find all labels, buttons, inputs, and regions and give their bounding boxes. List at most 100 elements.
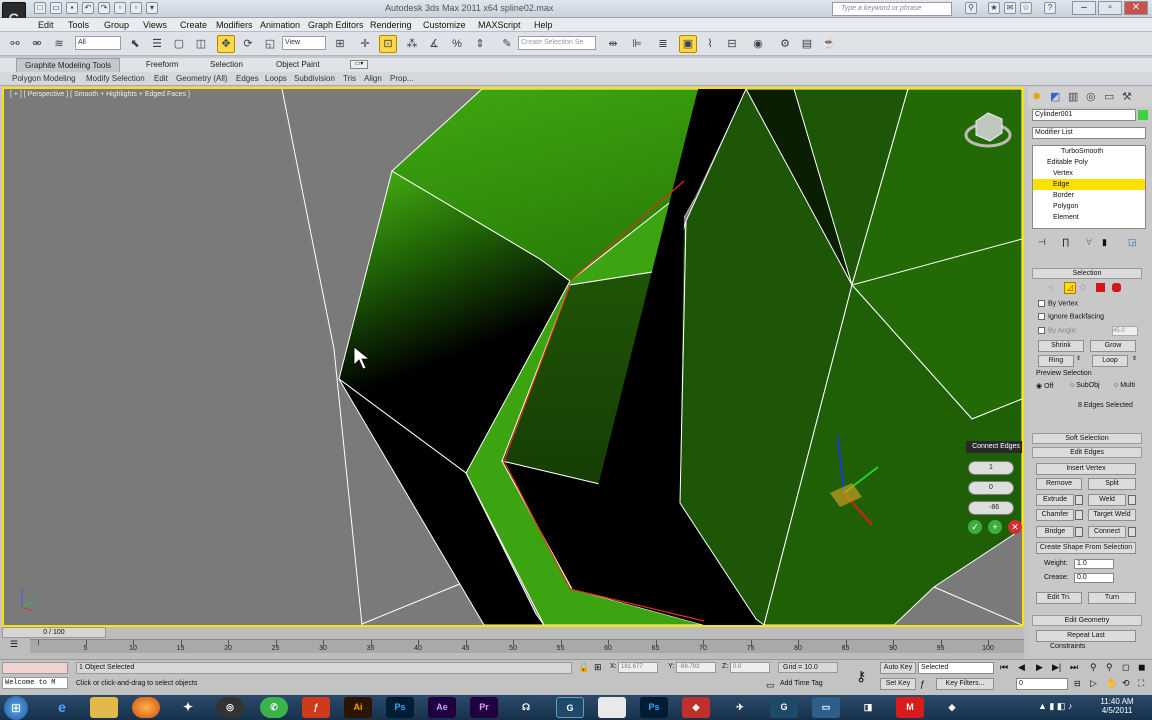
media-icon[interactable]: ◎ bbox=[216, 697, 244, 718]
preview-off-radio[interactable]: ◉ Off bbox=[1036, 382, 1053, 390]
border-mode-icon[interactable]: ◌ bbox=[1080, 282, 1086, 293]
menu-help[interactable]: Help bbox=[534, 18, 553, 32]
zoom-icon[interactable]: ⚲ bbox=[1090, 662, 1097, 673]
default-in-out-icon[interactable]: ƒ bbox=[920, 679, 925, 689]
maxscript-listener[interactable]: Welcome to M bbox=[2, 677, 68, 689]
edit-tri-button[interactable]: Edit Tri. bbox=[1036, 592, 1082, 604]
start-button[interactable]: ⊞ bbox=[4, 696, 28, 720]
tab-selection[interactable]: Selection bbox=[202, 58, 251, 72]
ignore-backfacing-checkbox[interactable]: Ignore Backfacing bbox=[1038, 313, 1104, 320]
key-icon[interactable]: ⚷ bbox=[856, 668, 866, 685]
play-icon[interactable]: ▶ bbox=[1036, 662, 1043, 673]
panel-properties[interactable]: Prop... bbox=[390, 72, 414, 86]
chamfer-button[interactable]: Chamfer bbox=[1036, 509, 1074, 521]
menu-create[interactable]: Create bbox=[180, 18, 207, 32]
edit-edges-rollout-title[interactable]: Edit Edges bbox=[1032, 447, 1142, 458]
object-name-field[interactable]: Cylinder001 bbox=[1032, 109, 1136, 121]
named-selection-set-dropdown[interactable]: Create Selection Se bbox=[518, 36, 596, 50]
pan-icon[interactable]: ✋ bbox=[1106, 678, 1117, 689]
layer-manager-icon[interactable]: ≣ bbox=[654, 35, 672, 53]
ribbon-options-icon[interactable]: ▭▾ bbox=[350, 60, 368, 69]
premiere-icon[interactable]: Pr bbox=[470, 697, 498, 718]
tab-object-paint[interactable]: Object Paint bbox=[268, 58, 328, 72]
panel-edges[interactable]: Edges bbox=[236, 72, 259, 86]
maximize-viewport-icon[interactable]: ⛶ bbox=[1138, 678, 1144, 689]
stack-border[interactable]: Border bbox=[1033, 190, 1145, 201]
menu-rendering[interactable]: Rendering bbox=[370, 18, 412, 32]
app-icon[interactable]: ◈ bbox=[938, 697, 966, 718]
hold-icon[interactable]: ▫ bbox=[114, 2, 126, 14]
edit-named-selection-icon[interactable]: ✎ bbox=[498, 35, 516, 53]
menu-tools[interactable]: Tools bbox=[68, 18, 89, 32]
configure-modifier-sets-icon[interactable]: ◲ bbox=[1128, 237, 1137, 248]
panel-geometry-all[interactable]: Geometry (All) bbox=[176, 72, 228, 86]
explorer-icon[interactable] bbox=[90, 697, 118, 718]
flash-icon[interactable]: ƒ bbox=[302, 697, 330, 718]
z-field[interactable]: 0.0 bbox=[730, 662, 770, 673]
percent-snap-icon[interactable]: % bbox=[448, 35, 466, 53]
link-icon[interactable]: ⚯ bbox=[6, 35, 24, 53]
select-move-icon[interactable]: ✥ bbox=[217, 35, 235, 53]
pivot-center-icon[interactable]: ⊞ bbox=[331, 35, 349, 53]
current-frame-field[interactable]: 0 bbox=[1016, 678, 1068, 690]
modifier-list-dropdown[interactable]: Modifier List bbox=[1032, 127, 1146, 139]
key-mode-dropdown[interactable]: Selected bbox=[918, 662, 994, 674]
x-field[interactable]: 181.677 bbox=[618, 662, 658, 673]
firefox-icon[interactable] bbox=[132, 697, 160, 718]
edit-geometry-rollout-title[interactable]: Edit Geometry bbox=[1032, 615, 1142, 626]
object-color-swatch[interactable] bbox=[1138, 110, 1148, 120]
time-tag-icon[interactable]: ▭ bbox=[766, 680, 775, 691]
unlink-icon[interactable]: ⚮ bbox=[28, 35, 46, 53]
display-tab-icon[interactable]: ▭ bbox=[1104, 90, 1114, 103]
zoom-extents-all-icon[interactable]: ◼ bbox=[1138, 662, 1145, 673]
connect-button[interactable]: Connect bbox=[1088, 526, 1126, 538]
material-editor-icon[interactable]: ◉ bbox=[749, 35, 767, 53]
select-rotate-icon[interactable]: ⟳ bbox=[239, 35, 257, 53]
goto-end-icon[interactable]: ⏭ bbox=[1070, 662, 1078, 673]
ring-button[interactable]: Ring bbox=[1038, 355, 1074, 367]
stack-element[interactable]: Element bbox=[1033, 212, 1145, 223]
3dsmax-taskbar-icon-2[interactable]: G bbox=[770, 697, 798, 718]
caddy-pinch-field[interactable]: 0 bbox=[968, 481, 1014, 495]
viewport-label[interactable]: [ + ] [ Perspective ] [ Smooth + Highlig… bbox=[10, 91, 190, 98]
window-icon[interactable]: ▭ bbox=[812, 697, 840, 718]
mirror-icon[interactable]: ⇹ bbox=[604, 35, 622, 53]
panel-subdivision[interactable]: Subdivision bbox=[294, 72, 335, 86]
app-icon[interactable]: ✈ bbox=[726, 697, 754, 718]
remove-modifier-icon[interactable]: ▮ bbox=[1102, 237, 1107, 248]
select-manipulate-icon[interactable]: ✛ bbox=[356, 35, 374, 53]
maximize-button[interactable]: ▫ bbox=[1098, 1, 1122, 15]
maxscript-listener-red[interactable] bbox=[2, 662, 68, 674]
select-object-icon[interactable]: ⬉ bbox=[126, 35, 144, 53]
panel-polygon-modeling[interactable]: Polygon Modeling bbox=[12, 72, 76, 86]
help-icon[interactable]: ? bbox=[1044, 2, 1056, 14]
panel-loops[interactable]: Loops bbox=[265, 72, 287, 86]
3dsmax-taskbar-icon[interactable]: G bbox=[556, 697, 584, 718]
zoom-extents-icon[interactable]: ◻ bbox=[1122, 662, 1129, 673]
binoculars-icon[interactable]: ⚲ bbox=[965, 2, 977, 14]
spinner-snap-icon[interactable]: ⇕ bbox=[471, 35, 489, 53]
app-icon[interactable]: ☊ bbox=[512, 697, 540, 718]
prev-frame-icon[interactable]: ◀ bbox=[1018, 662, 1025, 673]
modify-tab-icon[interactable]: ◩ bbox=[1050, 90, 1060, 103]
rendered-frame-icon[interactable]: ▤ bbox=[798, 35, 816, 53]
connect-settings-icon[interactable] bbox=[1128, 527, 1136, 537]
extrude-button[interactable]: Extrude bbox=[1036, 494, 1074, 506]
menu-group[interactable]: Group bbox=[104, 18, 129, 32]
extrude-settings-icon[interactable] bbox=[1075, 495, 1083, 505]
weight-field[interactable]: 1.0 bbox=[1074, 559, 1114, 569]
fov-icon[interactable]: ▷ bbox=[1090, 678, 1097, 689]
remove-button[interactable]: Remove bbox=[1036, 478, 1082, 490]
window-crossing-icon[interactable]: ◫ bbox=[192, 35, 210, 53]
element-mode-icon[interactable] bbox=[1112, 283, 1121, 292]
set-key-button[interactable]: Set Key bbox=[880, 678, 916, 690]
internet-explorer-icon[interactable]: e bbox=[48, 697, 76, 718]
menu-graph-editors[interactable]: Graph Editors bbox=[308, 18, 364, 32]
chat-icon[interactable]: ✆ bbox=[260, 697, 288, 718]
motion-tab-icon[interactable]: ◎ bbox=[1086, 90, 1096, 103]
track-bar-toggle-icon[interactable]: ☰ bbox=[6, 639, 22, 653]
document-icon[interactable] bbox=[598, 697, 626, 718]
make-unique-icon[interactable]: ∀ bbox=[1086, 237, 1092, 248]
panel-align[interactable]: Align bbox=[364, 72, 382, 86]
favorites-icon[interactable]: ☆ bbox=[1020, 2, 1032, 14]
